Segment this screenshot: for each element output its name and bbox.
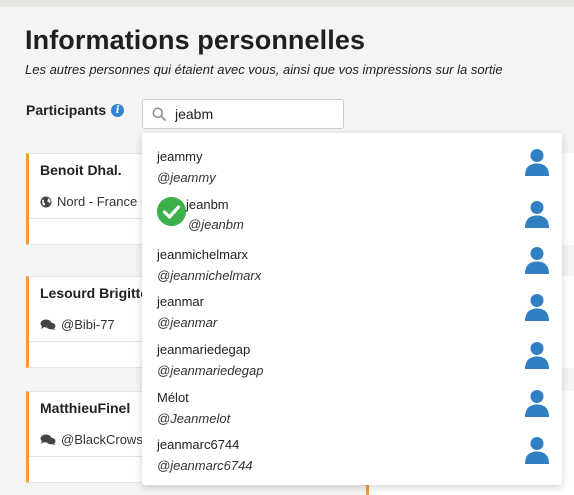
suggestion-item[interactable]: jeammy @jeammy [142,145,562,192]
page-title: Informations personnelles [25,25,366,55]
chat-icon [40,434,56,445]
suggestion-username: jeanmichelmarx [157,247,249,262]
suggestion-item[interactable]: Mélot @Jeanmelot [142,386,562,433]
search-input[interactable] [175,104,335,124]
suggestions-dropdown: jeammy @jeammy jeanbm @jeanbm jeanmichel… [142,133,562,485]
participant-location-text: Nord - France [57,194,138,209]
participant-handle-text: @Bibi-77 [61,317,115,332]
chat-icon [40,319,56,330]
participant-name: MatthieuFinel [40,400,131,416]
check-icon [157,197,186,226]
search-icon [152,107,166,121]
participant-handle-text: @BlackCrowsM [61,432,154,447]
participant-location: Nord - France [40,194,137,209]
suggestion-item[interactable]: jeanmarc6744 @jeanmarc6744 [142,433,562,480]
user-icon [525,437,549,464]
participant-handle: @BlackCrowsM [40,432,154,447]
user-icon [525,390,549,417]
participant-handle: @Bibi-77 [40,317,115,332]
user-icon [525,294,549,321]
user-icon [525,149,549,176]
user-icon [525,201,549,228]
top-bar [0,0,574,7]
suggestion-handle: @jeanmarc6744 [157,458,253,473]
suggestion-handle: @jeanmariedegap [157,363,264,378]
globe-icon [40,196,52,207]
suggestion-item[interactable]: jeanmar @jeanmar [142,290,562,337]
participant-name: Lesourd Brigitte [40,285,149,301]
suggestion-handle: @jeanbm [188,217,244,232]
page-subtitle: Les autres personnes qui étaient avec vo… [25,62,503,77]
suggestion-username: jeanmarc6744 [157,437,240,452]
suggestion-username: jeanmariedegap [157,342,251,357]
participants-label-text: Participants [26,102,107,118]
suggestion-handle: @jeanmichelmarx [157,268,262,283]
suggestion-username: jeanbm [186,197,229,212]
suggestion-item[interactable]: jeanbm @jeanbm [142,197,562,244]
suggestion-handle: @jeanmar [157,315,218,330]
suggestion-username: jeanmar [157,294,204,309]
participants-label: Participants i [26,102,125,118]
suggestion-handle: @Jeanmelot [157,411,231,426]
user-icon [525,247,549,274]
suggestion-item[interactable]: jeanmariedegap @jeanmariedegap [142,338,562,385]
suggestion-item[interactable]: jeanmichelmarx @jeanmichelmarx [142,243,562,290]
suggestion-username: Mélot [157,390,189,405]
participant-name: Benoit Dhal. [40,162,122,178]
suggestion-handle: @jeammy [157,170,216,185]
suggestion-username: jeammy [157,149,203,164]
participant-search-field[interactable] [142,99,344,129]
info-icon[interactable]: i [111,103,125,117]
user-icon [525,342,549,369]
